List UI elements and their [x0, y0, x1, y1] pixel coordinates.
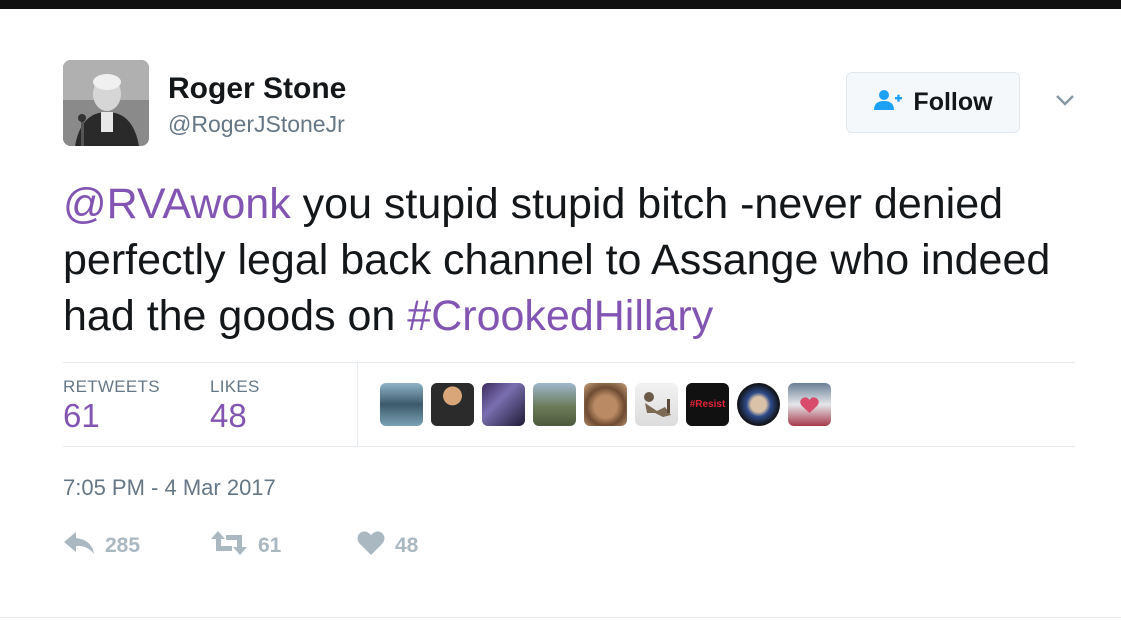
- liker-avatar-2[interactable]: [431, 383, 474, 426]
- liker-avatar-1[interactable]: [380, 383, 423, 426]
- liker-avatar-5[interactable]: [584, 383, 627, 426]
- like-count: 48: [395, 533, 419, 557]
- likes-count[interactable]: 48: [210, 397, 247, 435]
- retweet-icon: [210, 530, 248, 561]
- retweet-button[interactable]: 61: [210, 530, 281, 561]
- tweet-timestamp[interactable]: 7:05 PM - 4 Mar 2017: [63, 475, 276, 501]
- retweet-count: 61: [258, 533, 282, 557]
- liker-avatars: #Resist: [380, 383, 831, 426]
- heart-icon: [357, 530, 385, 561]
- divider: [63, 446, 1075, 447]
- add-user-icon: [873, 89, 903, 116]
- follow-button[interactable]: Follow: [846, 72, 1020, 133]
- divider: [63, 362, 1075, 363]
- mention-link[interactable]: @RVAwonk: [63, 180, 291, 228]
- avatar[interactable]: [63, 60, 149, 146]
- retweets-count[interactable]: 61: [63, 397, 100, 435]
- like-button[interactable]: 48: [357, 530, 418, 561]
- author-handle[interactable]: @RogerJStoneJr: [168, 111, 345, 138]
- liker-avatar-9[interactable]: [788, 383, 831, 426]
- reply-button[interactable]: 285: [63, 530, 140, 561]
- liker-avatar-7[interactable]: #Resist: [686, 383, 729, 426]
- liker-avatar-7-text: #Resist: [689, 399, 726, 410]
- liker-avatar-3[interactable]: [482, 383, 525, 426]
- tweet-text: @RVAwonk you stupid stupid bitch -never …: [63, 176, 1093, 344]
- liker-avatar-8[interactable]: [737, 383, 780, 426]
- author-name[interactable]: Roger Stone: [168, 72, 346, 106]
- stats-divider: [357, 363, 358, 446]
- reply-icon: [63, 530, 95, 561]
- likes-label[interactable]: LIKES: [210, 377, 260, 397]
- reply-count: 285: [105, 533, 141, 557]
- follow-label: Follow: [913, 88, 993, 116]
- bottom-divider: [0, 617, 1121, 618]
- liker-avatar-6[interactable]: [635, 383, 678, 426]
- chevron-down-icon[interactable]: [1053, 92, 1077, 108]
- liker-avatar-4[interactable]: [533, 383, 576, 426]
- retweets-label[interactable]: RETWEETS: [63, 377, 160, 397]
- top-bar: [0, 0, 1121, 9]
- hashtag-link[interactable]: #CrookedHillary: [407, 292, 713, 340]
